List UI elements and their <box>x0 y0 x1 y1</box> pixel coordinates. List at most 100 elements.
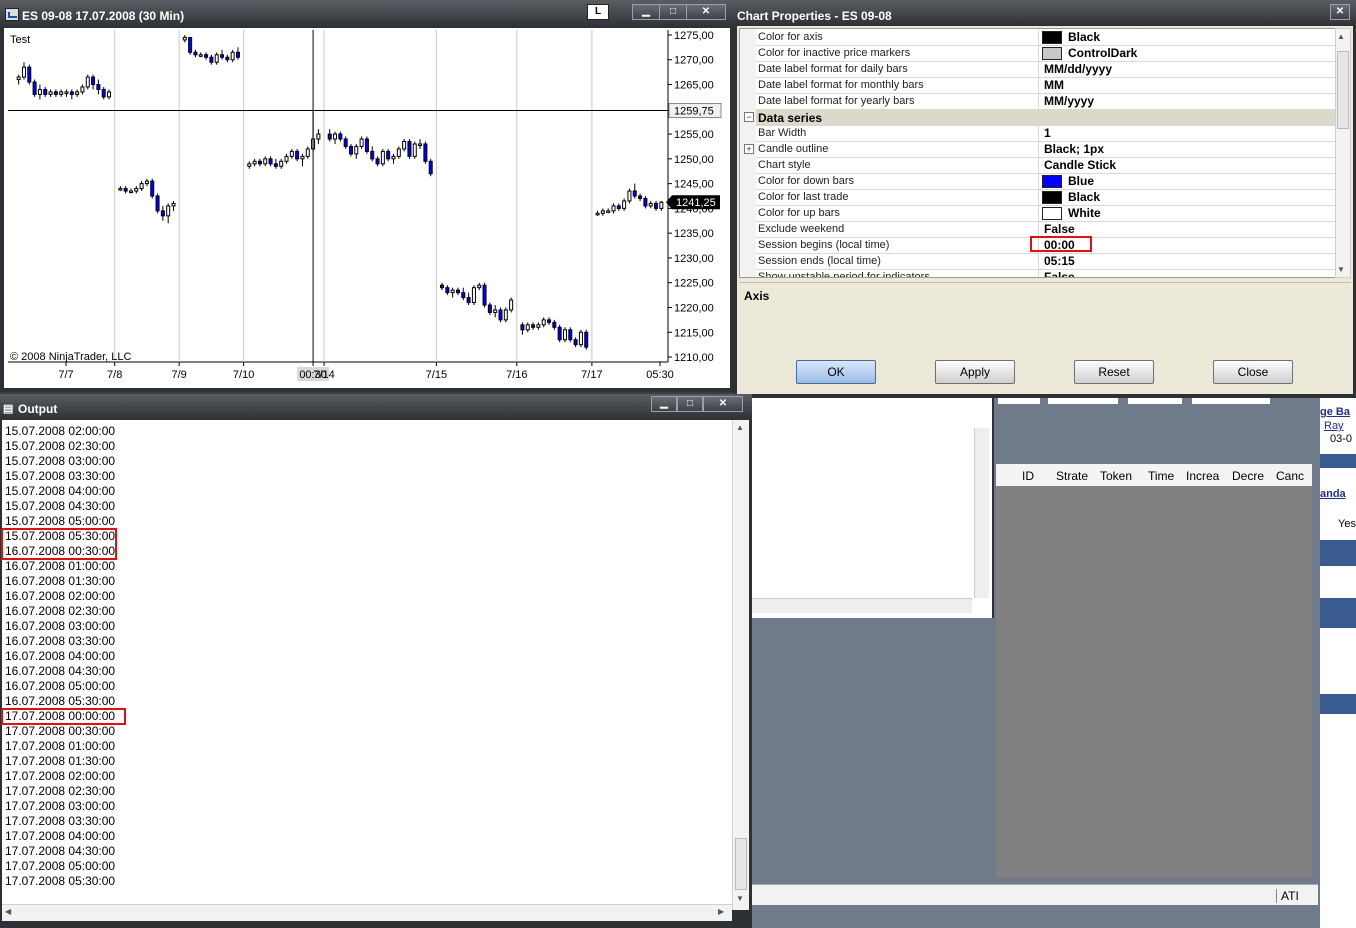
bg-link-2[interactable]: Ray <box>1324 420 1344 432</box>
property-row[interactable]: Session begins (local time) 00:00 <box>740 236 1336 254</box>
bg-link-1[interactable]: ge Ba <box>1320 406 1350 418</box>
candle-body[interactable] <box>557 326 562 341</box>
scroll-thumb[interactable] <box>735 838 747 890</box>
candle-body[interactable] <box>386 150 391 160</box>
candle-body[interactable] <box>568 329 573 341</box>
candlestick-chart[interactable]: 1275,001270,001265,001260,001255,001250,… <box>4 28 730 388</box>
property-row[interactable]: Date label format for monthly bars MM <box>740 77 1336 94</box>
candle-body[interactable] <box>450 289 455 294</box>
candle-body[interactable] <box>418 143 423 146</box>
property-grid[interactable]: Color for axis Black Color for inactive pr… <box>739 28 1337 278</box>
candle-body[interactable] <box>80 86 85 93</box>
candle-body[interactable] <box>498 309 503 321</box>
property-value[interactable]: False <box>1044 270 1075 277</box>
candle-body[interactable] <box>396 148 401 157</box>
candle-body[interactable] <box>343 138 348 147</box>
scroll-down-icon[interactable]: ▼ <box>736 894 744 903</box>
candle-body[interactable] <box>193 51 198 56</box>
output-titlebar[interactable]: ▤ Output ▁ □ ✕ <box>0 394 752 420</box>
candle-body[interactable] <box>412 143 417 157</box>
candle-body[interactable] <box>150 180 155 197</box>
chart-close-button[interactable]: ✕ <box>686 4 726 20</box>
collapse-icon[interactable]: − <box>744 112 754 122</box>
property-value[interactable]: Candle Stick <box>1044 158 1116 172</box>
candle-body[interactable] <box>487 304 492 313</box>
candle-body[interactable] <box>461 292 466 299</box>
candle-body[interactable] <box>370 150 375 160</box>
property-row[interactable]: Date label format for yearly bars MM/yyyy <box>740 93 1336 110</box>
candle-body[interactable] <box>638 195 643 199</box>
candle-body[interactable] <box>445 287 450 294</box>
candle-body[interactable] <box>616 205 621 209</box>
scroll-up-icon[interactable]: ▲ <box>1337 32 1345 41</box>
candle-body[interactable] <box>123 188 128 192</box>
bg-link-4[interactable]: anda <box>1320 488 1346 500</box>
candle-body[interactable] <box>75 91 80 95</box>
candle-body[interactable] <box>471 287 476 304</box>
background-toolbar-field[interactable] <box>1128 398 1182 404</box>
candle-body[interactable] <box>139 183 144 190</box>
output-vertical-scrollbar[interactable]: ▲ ▼ <box>732 420 749 910</box>
candle-body[interactable] <box>128 190 133 194</box>
property-value[interactable]: White <box>1068 206 1101 220</box>
chart-minimize-button[interactable]: ▁ <box>632 4 660 20</box>
scroll-down-icon[interactable]: ▼ <box>1337 265 1345 274</box>
candle-body[interactable] <box>43 88 48 95</box>
background-toolbar-field[interactable] <box>998 398 1040 404</box>
candle-body[interactable] <box>455 289 460 294</box>
candle-body[interactable] <box>482 284 487 306</box>
candle-body[interactable] <box>541 319 546 326</box>
output-maximize-button[interactable]: □ <box>677 396 703 412</box>
candle-body[interactable] <box>525 324 530 331</box>
output-text-area[interactable]: 15.07.2008 02:00:00 15.07.2008 02:30:00 15… <box>1 420 732 904</box>
property-value[interactable]: 1 <box>1044 126 1051 140</box>
candle-body[interactable] <box>632 190 637 197</box>
candle-body[interactable] <box>27 66 32 83</box>
expand-icon[interactable]: + <box>744 144 754 154</box>
property-row[interactable]: Color for down bars Blue <box>740 173 1336 190</box>
background-panel-scrollbar[interactable] <box>974 428 989 598</box>
candle-body[interactable] <box>252 160 257 165</box>
property-row[interactable]: Color for last trade Black <box>740 189 1336 206</box>
candle-body[interactable] <box>503 309 508 321</box>
bg-col-strategy[interactable]: Strate <box>1056 469 1088 483</box>
candle-body[interactable] <box>375 158 380 165</box>
candle-body[interactable] <box>21 66 26 78</box>
candle-body[interactable] <box>214 54 219 63</box>
chart-window-titlebar[interactable]: ES 09-08 17.07.2008 (30 Min) L ▁ □ ✕ <box>0 0 734 28</box>
candle-body[interactable] <box>118 188 123 191</box>
candle-body[interactable] <box>380 150 385 165</box>
property-row[interactable]: Color for inactive price markers ControlD… <box>740 45 1336 62</box>
property-value[interactable]: MM/dd/yyyy <box>1044 62 1112 76</box>
candle-body[interactable] <box>53 91 58 95</box>
bg-col-cancel[interactable]: Canc <box>1276 469 1304 483</box>
bg-col-id[interactable]: ID <box>1022 469 1034 483</box>
property-value[interactable]: MM <box>1044 78 1064 92</box>
candle-body[interactable] <box>225 56 230 61</box>
chart-maximize-button[interactable]: □ <box>659 4 687 20</box>
property-value[interactable]: Black <box>1068 190 1100 204</box>
candle-body[interactable] <box>263 158 268 165</box>
candle-body[interactable] <box>48 91 53 95</box>
candle-body[interactable] <box>359 138 364 147</box>
candle-body[interactable] <box>595 212 600 216</box>
candle-body[interactable] <box>279 160 284 167</box>
ok-button[interactable]: OK <box>796 360 876 384</box>
candle-body[interactable] <box>64 91 69 94</box>
candle-body[interactable] <box>520 324 525 331</box>
property-row[interactable]: Session ends (local time) 05:15 <box>740 253 1336 270</box>
property-value[interactable]: ControlDark <box>1068 46 1137 60</box>
background-toolbar-field[interactable] <box>1048 398 1118 404</box>
candle-body[interactable] <box>364 138 369 152</box>
candle-body[interactable] <box>509 299 514 311</box>
candle-body[interactable] <box>209 56 214 63</box>
candle-body[interactable] <box>584 331 589 348</box>
property-value[interactable]: Blue <box>1068 174 1094 188</box>
candle-body[interactable] <box>91 76 96 86</box>
candle-body[interactable] <box>348 145 353 155</box>
close-button[interactable]: Close <box>1213 360 1293 384</box>
candle-body[interactable] <box>182 36 187 41</box>
property-row[interactable]: Show unstable period for indicators False <box>740 269 1336 277</box>
candle-body[interactable] <box>284 155 289 162</box>
candle-body[interactable] <box>37 88 42 95</box>
